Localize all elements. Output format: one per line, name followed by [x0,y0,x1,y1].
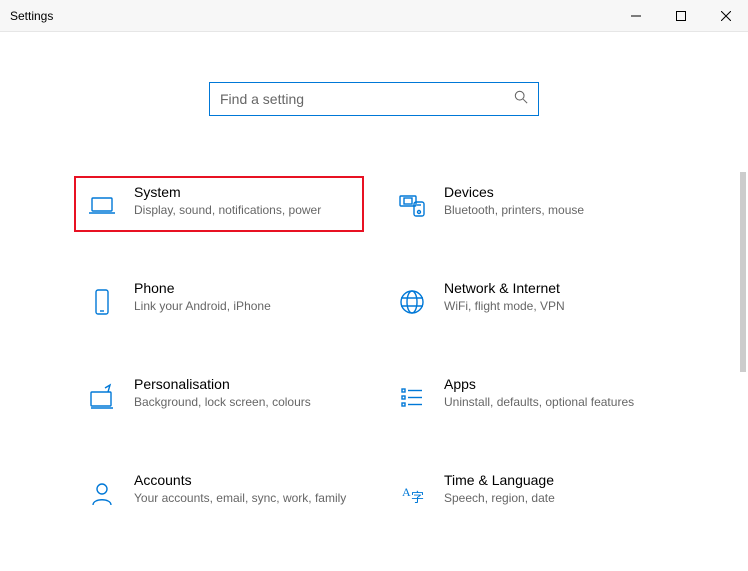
tile-desc: WiFi, flight mode, VPN [444,298,664,314]
tile-desc: Speech, region, date [444,490,664,506]
minimize-button[interactable] [613,0,658,32]
titlebar: Settings [0,0,748,32]
svg-text:字: 字 [411,490,424,505]
close-button[interactable] [703,0,748,32]
person-icon [84,476,120,512]
window-title: Settings [10,9,53,23]
paintbrush-icon [84,380,120,416]
maximize-button[interactable] [658,0,703,32]
search-icon [514,90,528,109]
apps-list-icon [394,380,430,416]
tile-time-language[interactable]: A字 Time & Language Speech, region, date [384,464,674,520]
tile-title: System [134,184,354,200]
globe-icon [394,284,430,320]
window-controls [613,0,748,32]
svg-text:A: A [402,485,411,499]
phone-icon [84,284,120,320]
settings-grid: System Display, sound, notifications, po… [74,176,674,520]
tile-personalisation[interactable]: Personalisation Background, lock screen,… [74,368,364,424]
tile-desc: Uninstall, defaults, optional features [444,394,664,410]
scrollbar[interactable] [736,132,746,552]
tile-desc: Background, lock screen, colours [134,394,354,410]
search-input[interactable] [220,91,514,107]
tile-desc: Link your Android, iPhone [134,298,354,314]
tile-title: Network & Internet [444,280,664,296]
tile-devices[interactable]: Devices Bluetooth, printers, mouse [384,176,674,232]
tile-accounts[interactable]: Accounts Your accounts, email, sync, wor… [74,464,364,520]
tile-title: Phone [134,280,354,296]
search-wrap [0,82,748,116]
tile-desc: Your accounts, email, sync, work, family [134,490,354,506]
tile-title: Accounts [134,472,354,488]
devices-icon [394,188,430,224]
tile-desc: Display, sound, notifications, power [134,202,354,218]
laptop-icon [84,188,120,224]
content-area: System Display, sound, notifications, po… [0,32,748,571]
tile-title: Time & Language [444,472,664,488]
tile-system[interactable]: System Display, sound, notifications, po… [74,176,364,232]
tile-network[interactable]: Network & Internet WiFi, flight mode, VP… [384,272,674,328]
tile-title: Personalisation [134,376,354,392]
tile-desc: Bluetooth, printers, mouse [444,202,664,218]
tile-title: Apps [444,376,664,392]
tile-phone[interactable]: Phone Link your Android, iPhone [74,272,364,328]
search-box[interactable] [209,82,539,116]
tile-apps[interactable]: Apps Uninstall, defaults, optional featu… [384,368,674,424]
scrollbar-thumb[interactable] [740,172,746,372]
language-icon: A字 [394,476,430,512]
tile-title: Devices [444,184,664,200]
